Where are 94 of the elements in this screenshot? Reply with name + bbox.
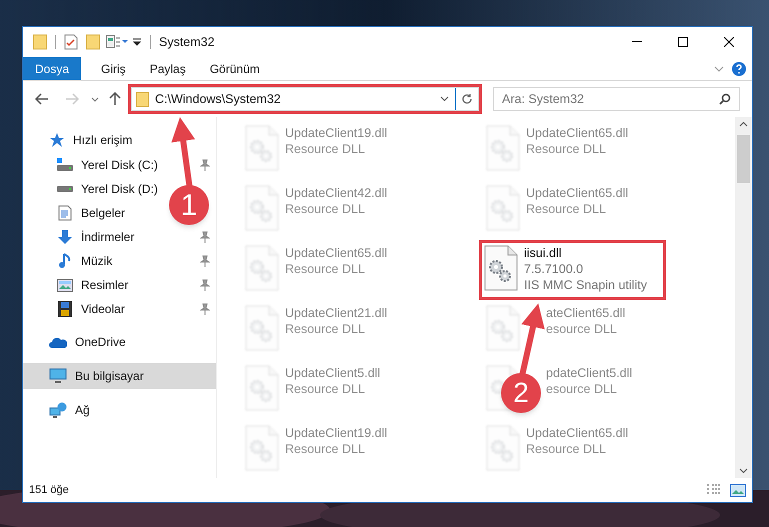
gear-file-icon: [486, 185, 520, 231]
file-name: UpdateClient21.dll: [285, 305, 388, 321]
file-name: UpdateClient19.dll: [285, 425, 388, 441]
maximize-icon: [678, 37, 688, 47]
nav-item[interactable]: OneDrive: [23, 329, 216, 355]
file-name: UpdateClient42.dll: [285, 185, 388, 201]
network-icon: [49, 402, 67, 418]
folder-icon: [136, 92, 149, 106]
large-icons-view-icon[interactable]: [730, 484, 746, 496]
search-field[interactable]: Ara: System32: [493, 87, 740, 111]
properties-icon[interactable]: [106, 35, 128, 49]
file-name: ateClient65.dll: [545, 305, 626, 321]
ribbon-tab[interactable]: Paylaş: [138, 57, 198, 80]
refresh-icon[interactable]: [461, 93, 473, 105]
gear-file-icon: [245, 245, 279, 291]
nav-item[interactable]: Yerel Disk (D:): [57, 180, 158, 198]
chevron-down-icon[interactable]: [91, 96, 99, 102]
pin-icon[interactable]: [200, 255, 210, 267]
minimize-icon: [632, 41, 642, 43]
nav-item[interactable]: Videolar: [57, 300, 210, 318]
file-description: Resource DLL: [285, 141, 365, 157]
file-description: Resource DLL: [285, 321, 365, 337]
file-name: UpdateClient65.dll: [285, 245, 388, 261]
help-icon[interactable]: [732, 62, 746, 76]
gear-file-icon: [245, 185, 279, 231]
pin-icon[interactable]: [200, 303, 210, 315]
ribbon-tab[interactable]: Görünüm: [198, 57, 272, 80]
nav-item[interactable]: Müzik: [57, 252, 210, 270]
gear-file-icon: [484, 245, 518, 291]
nav-item[interactable]: Hızlı erişim: [23, 127, 216, 153]
pin-icon[interactable]: [200, 231, 210, 243]
ribbon-tab[interactable]: Giriş: [89, 57, 138, 80]
file-description: Resource DLL: [526, 441, 606, 457]
gear-file-icon: [245, 305, 279, 351]
film-icon: [58, 301, 72, 317]
pin-icon[interactable]: [200, 159, 210, 171]
file-version: 7.5.7100.0: [524, 261, 584, 277]
file-description: IIS MMC Snapin utility: [524, 277, 647, 293]
nav-item[interactable]: İndirmeler: [57, 228, 210, 246]
gear-file-icon: [245, 125, 279, 171]
gear-file-icon: [245, 425, 279, 471]
picture-icon: [57, 278, 73, 292]
back-arrow-icon[interactable]: [35, 93, 49, 105]
chevron-down-icon[interactable]: [440, 96, 449, 102]
file-name: UpdateClient65.dll: [526, 185, 628, 201]
pin-icon[interactable]: [200, 279, 210, 291]
file-description: esource DLL: [545, 321, 617, 337]
search-icon: [719, 93, 731, 105]
drive-icon: [57, 158, 73, 172]
file-name: UpdateClient65.dll: [526, 125, 628, 141]
scroll-up-icon[interactable]: [739, 121, 748, 127]
gear-file-icon: [486, 305, 520, 351]
drive-icon: [57, 185, 73, 193]
file-description: Resource DLL: [285, 441, 365, 457]
music-note-icon: [59, 253, 71, 269]
dropdown-icon[interactable]: [132, 37, 142, 47]
file-item[interactable]: iisui.dll 7.5.7100.0 IIS MMC Snapin utility: [482, 243, 663, 297]
file-name: iisui.dll: [524, 245, 562, 261]
window-title: System32: [159, 34, 215, 51]
monitor-icon: [49, 368, 67, 384]
file-name: UpdateClient5.dll: [285, 365, 380, 381]
search-placeholder: Ara: System32: [502, 90, 584, 108]
file-description: esource DLL: [545, 381, 617, 397]
address-field[interactable]: C:\Windows\System32: [131, 87, 479, 111]
file-description: Resource DLL: [526, 201, 606, 217]
gear-file-icon: [486, 425, 520, 471]
document-icon: [58, 205, 72, 221]
nav-item[interactable]: Ağ: [23, 397, 216, 423]
checklist-icon[interactable]: [64, 34, 78, 50]
scroll-thumb[interactable]: [737, 135, 750, 183]
file-description: Resource DLL: [526, 141, 606, 157]
scroll-down-icon[interactable]: [739, 468, 748, 474]
file-description: Resource DLL: [285, 261, 365, 277]
nav-item[interactable]: Yerel Disk (C:): [57, 156, 210, 174]
close-icon: [724, 37, 734, 47]
up-arrow-icon[interactable]: [109, 92, 121, 106]
cloud-icon: [49, 336, 67, 348]
gear-file-icon: [245, 365, 279, 411]
star-icon: [49, 132, 65, 148]
nav-item[interactable]: Bu bilgisayar: [23, 363, 216, 389]
address-text: C:\Windows\System32: [155, 90, 281, 108]
file-name: pdateClient5.dll: [545, 365, 632, 381]
gear-file-icon: [486, 125, 520, 171]
file-description: Resource DLL: [285, 381, 365, 397]
download-arrow-icon: [57, 229, 73, 245]
nav-item[interactable]: Belgeler: [57, 204, 126, 222]
scrollbar[interactable]: [735, 117, 752, 478]
file-name: UpdateClient65.dll: [526, 425, 628, 441]
details-view-icon[interactable]: [706, 484, 722, 496]
ribbon-tab[interactable]: Dosya: [23, 57, 82, 80]
nav-item[interactable]: Resimler: [57, 276, 210, 294]
item-count: 151 öğe: [29, 482, 69, 498]
file-description: Resource DLL: [285, 201, 365, 217]
file-name: UpdateClient19.dll: [285, 125, 388, 141]
